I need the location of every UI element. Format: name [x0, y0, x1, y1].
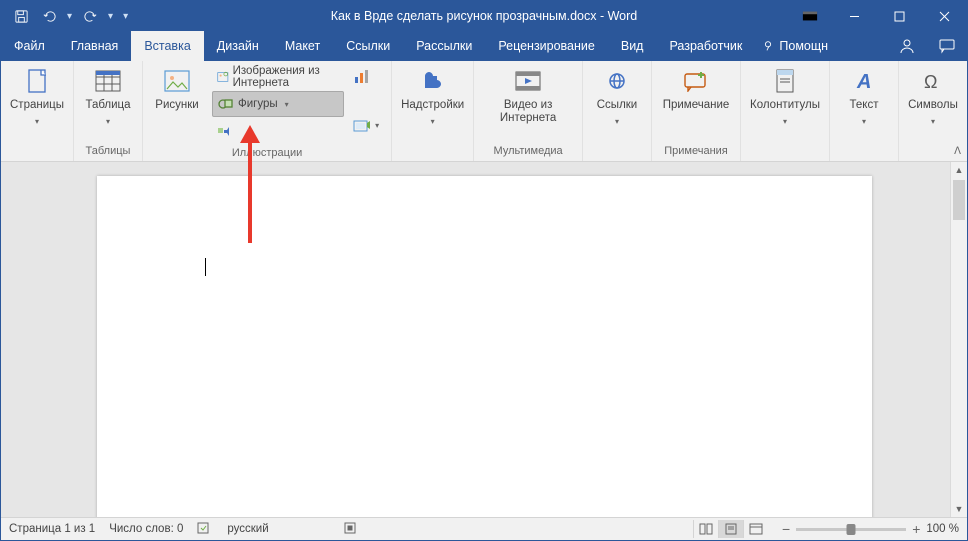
tab-references[interactable]: Ссылки — [333, 31, 403, 61]
table-button[interactable]: Таблица▾ — [79, 63, 137, 130]
comments-pane-button[interactable] — [927, 31, 967, 61]
tab-home[interactable]: Главная — [58, 31, 132, 61]
text-cursor — [205, 258, 206, 276]
zoom-in-button[interactable]: + — [912, 521, 920, 537]
group-illustrations: Рисунки Изображения из Интернета Фигуры▾… — [143, 61, 392, 161]
group-links: Ссылки▾ — [583, 61, 652, 161]
tab-developer[interactable]: Разработчик — [656, 31, 755, 61]
tab-insert[interactable]: Вставка — [131, 31, 203, 61]
scroll-up-icon[interactable]: ▲ — [951, 162, 967, 178]
tab-view[interactable]: Вид — [608, 31, 657, 61]
web-layout-button[interactable] — [743, 520, 768, 538]
ribbon-options-button[interactable] — [787, 1, 832, 31]
maximize-button[interactable] — [877, 1, 922, 31]
online-video-button[interactable]: Видео из Интернета — [479, 63, 577, 127]
pages-button[interactable]: Страницы▾ — [6, 63, 68, 130]
save-button[interactable] — [9, 4, 33, 28]
redo-button[interactable] — [78, 4, 102, 28]
spellcheck-icon[interactable] — [197, 521, 213, 538]
macro-icon[interactable] — [343, 521, 357, 538]
page[interactable] — [97, 176, 872, 517]
collapse-ribbon-button[interactable]: ᐱ — [954, 146, 961, 157]
svg-text:A: A — [856, 71, 871, 92]
online-pictures-button[interactable]: Изображения из Интернета — [212, 65, 344, 89]
addins-button[interactable]: Надстройки▾ — [397, 63, 468, 130]
view-buttons — [693, 520, 768, 538]
title-bar: ▾ ▾ ▾ Как в Врде сделать рисунок прозрач… — [1, 1, 967, 31]
page-status[interactable]: Страница 1 из 1 — [9, 523, 95, 535]
tab-mailings[interactable]: Рассылки — [403, 31, 485, 61]
text-button[interactable]: AТекст▾ — [835, 63, 893, 130]
smartart-button[interactable] — [212, 119, 344, 143]
ribbon: Страницы▾ Таблица▾ Таблицы Рисунки Изобр… — [1, 61, 967, 162]
group-tables: Таблица▾ Таблицы — [74, 61, 143, 161]
pictures-button[interactable]: Рисунки — [148, 63, 206, 114]
links-button[interactable]: Ссылки▾ — [588, 63, 646, 130]
close-button[interactable] — [922, 1, 967, 31]
group-header-footer: Колонтитулы▾ — [741, 61, 830, 161]
vertical-scrollbar[interactable]: ▲ ▼ — [950, 162, 967, 517]
read-mode-button[interactable] — [693, 520, 718, 538]
app-window: ▾ ▾ ▾ Как в Врде сделать рисунок прозрач… — [0, 0, 968, 541]
quick-access-toolbar: ▾ ▾ ▾ — [1, 4, 130, 28]
ribbon-tabs: Файл Главная Вставка Дизайн Макет Ссылки… — [1, 31, 967, 61]
scroll-thumb[interactable] — [953, 180, 965, 220]
minimize-button[interactable] — [832, 1, 877, 31]
tab-design[interactable]: Дизайн — [204, 31, 272, 61]
zoom-slider[interactable] — [796, 528, 906, 531]
status-bar: Страница 1 из 1 Число слов: 0 русский − … — [1, 517, 967, 540]
zoom-level[interactable]: 100 % — [926, 523, 959, 535]
tab-file[interactable]: Файл — [1, 31, 58, 61]
group-pages: Страницы▾ — [1, 61, 74, 161]
account-button[interactable] — [887, 31, 927, 61]
language-status[interactable]: русский — [227, 523, 268, 535]
shapes-button[interactable]: Фигуры▾ — [212, 91, 344, 117]
header-footer-button[interactable]: Колонтитулы▾ — [746, 63, 824, 130]
zoom-out-button[interactable]: − — [782, 521, 790, 537]
scroll-down-icon[interactable]: ▼ — [951, 501, 967, 517]
window-controls — [787, 1, 967, 31]
group-text: AТекст▾ — [830, 61, 899, 161]
symbols-button[interactable]: ΩСимволы▾ — [904, 63, 962, 130]
print-layout-button[interactable] — [718, 520, 743, 538]
group-media: Видео из Интернета Мультимедиа — [474, 61, 583, 161]
chart-button[interactable] — [352, 65, 384, 89]
word-count[interactable]: Число слов: 0 — [109, 523, 183, 535]
tab-review[interactable]: Рецензирование — [485, 31, 608, 61]
undo-button[interactable] — [37, 4, 61, 28]
group-comments: Примечание Примечания — [652, 61, 741, 161]
tab-layout[interactable]: Макет — [272, 31, 333, 61]
group-addins: Надстройки▾ — [392, 61, 474, 161]
comment-button[interactable]: Примечание — [657, 63, 735, 114]
tell-me[interactable]: Помощн — [761, 31, 828, 61]
svg-text:Ω: Ω — [924, 72, 937, 92]
document-area: ▲ ▼ — [1, 162, 967, 517]
screenshot-button[interactable]: ▾ — [352, 113, 384, 137]
zoom-control: − + 100 % — [782, 521, 959, 537]
